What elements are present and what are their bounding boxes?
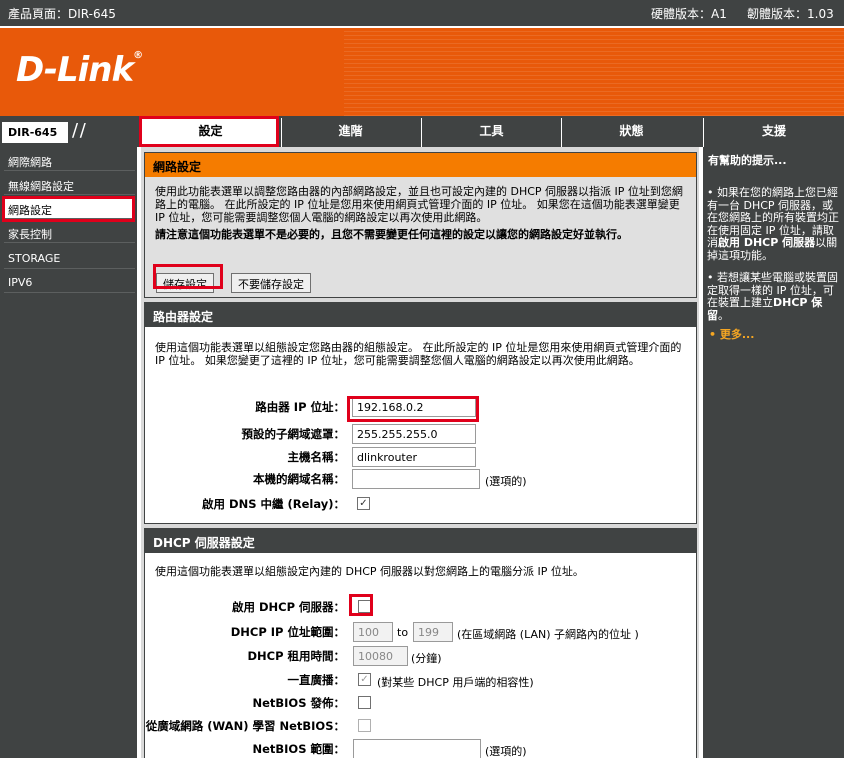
netbios-scope-label: NetBIOS 範圍： [252,742,345,756]
top-info-bar: 產品頁面：DIR-645 硬體版本：A1 韌體版本：1.03 [0,0,844,26]
router-settings-section: 路由器設定 使用這個功能表選單以組態設定您路由器的組態設定。 在此所設定的 IP… [144,302,697,524]
netbios-scope-optional-note: (選項的) [485,745,527,758]
enable-dhcp-checkbox[interactable] [358,600,371,613]
subnet-mask-label: 預設的子網域遮罩： [241,427,346,441]
host-name-label: 主機名稱： [287,450,346,464]
dhcp-range-end-input[interactable] [413,622,453,642]
dhcp-server-section: DHCP 伺服器設定 使用這個功能表選單以組態設定內建的 DHCP 伺服器以對您… [144,528,697,758]
tab-setup[interactable]: 設定 [141,118,279,147]
model-slash-decoration: / / [72,120,86,141]
local-domain-optional-note: (選項的) [485,475,527,488]
netbios-wan-checkbox[interactable] [358,719,371,732]
always-broadcast-label: 一直廣播： [287,673,346,687]
dhcp-range-start-input[interactable] [353,622,393,642]
router-settings-title: 路由器設定 [145,303,696,327]
main-content: 網路設定 使用此功能表選單以調整您路由器的內部網路設定，並且也可設定內建的 DH… [141,147,699,758]
always-broadcast-note: (對某些 DHCP 用戶端的相容性) [377,676,534,689]
dns-relay-label: 啟用 DNS 中繼 (Relay)： [202,497,345,511]
sidebar-item-internet[interactable]: 網際網路 [4,149,135,171]
dlink-logo: D-Link® [16,50,143,90]
subnet-mask-input[interactable] [352,424,476,444]
sidebar-item-parental-control[interactable]: 家長控制 [4,221,135,243]
dns-relay-checkbox[interactable]: ✓ [357,497,370,510]
netbios-wan-label: 從廣域網路 (WAN) 學習 NetBIOS： [145,719,345,733]
netbios-announce-checkbox[interactable] [358,696,371,709]
banner-stripes [344,28,844,116]
sidebar: 網際網路 無線網路設定 網路設定 家長控制 STORAGE IPV6 [0,147,139,758]
dhcp-range-to: to [397,626,409,639]
local-domain-input[interactable] [352,469,480,489]
brand-banner: D-Link® [0,26,844,116]
dhcp-lease-input[interactable] [353,646,408,666]
always-broadcast-checkbox[interactable]: ✓ [358,673,371,686]
network-settings-description: 使用此功能表選單以調整您路由器的內部網路設定，並且也可設定內建的 DHCP 伺服… [155,185,683,224]
dhcp-lease-unit: (分鐘) [411,652,442,665]
sidebar-item-wireless[interactable]: 無線網路設定 [4,173,135,195]
host-name-input[interactable] [352,447,476,467]
network-settings-warning: 請注意這個功能表選單不是必要的，且您不需要變更任何這裡的設定以讓您的網路設定好並… [155,228,628,241]
local-domain-label: 本機的網域名稱： [253,472,345,486]
main-navigation: DIR-645 / / 設定 進階 工具 狀態 支援 [0,116,844,147]
sidebar-item-network-settings[interactable]: 網路設定 [4,197,135,219]
router-ip-label: 路由器 IP 位址： [255,400,345,414]
help-panel: 有幫助的提示... • 如果在您的網路上您已經有一台 DHCP 伺服器，或在您網… [701,147,844,758]
dhcp-lease-label: DHCP 租用時間： [247,649,345,663]
netbios-scope-input[interactable] [353,739,481,758]
firmware-version: 韌體版本：1.03 [747,7,834,21]
help-more-link[interactable]: • 更多... [703,326,844,342]
network-settings-title: 網路設定 [145,153,696,177]
enable-dhcp-label: 啟用 DHCP 伺服器： [231,600,345,614]
tab-status[interactable]: 狀態 [561,118,701,147]
product-page-label: 產品頁面：DIR-645 [8,7,116,21]
hardware-version: 硬體版本：A1 [651,7,727,21]
router-ip-input[interactable] [352,397,476,417]
model-badge: DIR-645 [2,122,68,143]
save-settings-button[interactable]: 儲存設定 [156,273,214,293]
netbios-announce-label: NetBIOS 發佈： [252,696,345,710]
sidebar-item-storage[interactable]: STORAGE [4,247,135,269]
dhcp-range-label: DHCP IP 位址範圍： [230,625,345,639]
tab-support[interactable]: 支援 [703,118,844,147]
help-tip-dhcp: • 如果在您的網路上您已經有一台 DHCP 伺服器，或在您網路上的所有裝置均正在… [707,186,839,262]
dont-save-settings-button[interactable]: 不要儲存設定 [231,273,311,293]
dhcp-range-note: (在區域網路 (LAN) 子網路內的位址 ) [457,628,639,641]
help-tip-reservation: • 若想讓某些電腦或裝置固定取得一樣的 IP 位址，可在裝置上建立DHCP 保留… [707,271,838,322]
router-settings-description: 使用這個功能表選單以組態設定您路由器的組態設定。 在此所設定的 IP 位址是您用… [155,341,682,367]
tab-tools[interactable]: 工具 [421,118,561,147]
dhcp-description: 使用這個功能表選單以組態設定內建的 DHCP 伺服器以對您網路上的電腦分派 IP… [155,565,584,578]
help-title: 有幫助的提示... [708,154,787,167]
network-settings-section: 網路設定 使用此功能表選單以調整您路由器的內部網路設定，並且也可設定內建的 DH… [144,152,697,298]
tab-advanced[interactable]: 進階 [281,118,419,147]
sidebar-item-ipv6[interactable]: IPV6 [4,271,135,293]
dhcp-settings-title: DHCP 伺服器設定 [145,529,696,553]
